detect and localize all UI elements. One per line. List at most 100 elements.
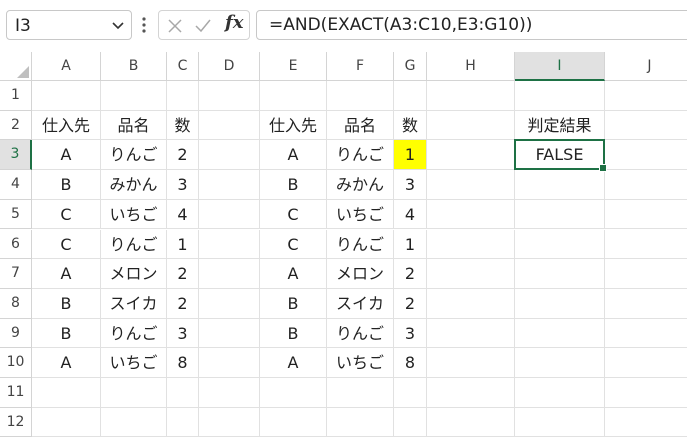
cell-d7[interactable] <box>199 259 260 289</box>
cell-j1[interactable] <box>605 81 687 111</box>
column-header-c[interactable]: C <box>167 52 199 81</box>
cell-h4[interactable] <box>427 170 515 200</box>
cell-e11[interactable] <box>260 378 327 408</box>
cell-f5[interactable]: いちご <box>327 199 394 230</box>
enter-check-icon[interactable] <box>193 16 213 36</box>
cell-j6[interactable] <box>605 230 687 260</box>
cell-c10[interactable]: 8 <box>167 348 199 378</box>
cell-b1[interactable] <box>101 81 167 111</box>
cell-i2[interactable]: 判定結果 <box>515 110 605 141</box>
cell-g7[interactable]: 2 <box>394 259 427 289</box>
cell-j4[interactable] <box>605 170 687 200</box>
cell-h12[interactable] <box>427 407 515 437</box>
cell-c3[interactable]: 2 <box>167 140 199 171</box>
cell-b10[interactable]: いちご <box>101 348 167 378</box>
cell-f4[interactable]: みかん <box>327 170 394 200</box>
cell-a8[interactable]: B <box>32 288 101 319</box>
cell-h10[interactable] <box>427 348 515 378</box>
cell-f6[interactable]: りんご <box>327 229 394 260</box>
cell-f11[interactable] <box>327 378 394 408</box>
cell-a3[interactable]: A <box>32 140 101 171</box>
cell-i8[interactable] <box>515 288 605 319</box>
column-header-i[interactable]: I <box>515 52 605 81</box>
cell-f12[interactable] <box>327 407 394 437</box>
cell-g11[interactable] <box>394 378 427 408</box>
cell-b2[interactable]: 品名 <box>101 110 167 141</box>
cell-e5[interactable]: C <box>260 199 327 230</box>
cell-i12[interactable] <box>515 407 605 437</box>
cell-c2[interactable]: 数 <box>167 110 199 141</box>
name-box[interactable]: I3 <box>6 10 132 40</box>
cell-j12[interactable] <box>605 408 687 437</box>
cell-d4[interactable] <box>199 170 260 200</box>
row-header-1[interactable]: 1 <box>0 81 32 111</box>
cell-i1[interactable] <box>515 81 605 111</box>
spreadsheet-grid[interactable]: A B C D E F G H I J 1 2 仕入先 品名数仕入先 品名数判定結果 3 A りんご 2 A りんご 1 F… <box>0 52 687 437</box>
cell-j7[interactable] <box>605 259 687 289</box>
cell-h2[interactable] <box>427 110 515 141</box>
cell-e2[interactable]: 仕入先 <box>260 110 327 141</box>
cell-f10[interactable]: いちご <box>327 348 394 378</box>
cell-d12[interactable] <box>199 407 260 437</box>
cell-e6[interactable]: C <box>260 229 327 260</box>
cancel-icon[interactable] <box>165 16 185 36</box>
cell-a2[interactable]: 仕入先 <box>32 110 101 141</box>
cell-b11[interactable] <box>101 378 167 408</box>
cell-j5[interactable] <box>605 200 687 230</box>
cell-b12[interactable] <box>101 407 167 437</box>
cell-f3[interactable]: りんご <box>327 140 394 171</box>
cell-g12[interactable] <box>394 407 427 437</box>
cell-h3[interactable] <box>427 140 515 171</box>
cell-g9[interactable]: 3 <box>394 318 427 349</box>
cell-d11[interactable] <box>199 378 260 408</box>
cell-b8[interactable]: スイカ <box>101 288 167 319</box>
cell-i10[interactable] <box>515 348 605 378</box>
cell-c12[interactable] <box>167 407 199 437</box>
cell-i7[interactable] <box>515 259 605 289</box>
cell-h6[interactable] <box>427 229 515 260</box>
cell-h7[interactable] <box>427 259 515 289</box>
cell-d2[interactable] <box>199 110 260 141</box>
cell-e10[interactable]: A <box>260 348 327 378</box>
cell-b4[interactable]: みかん <box>101 170 167 200</box>
row-header-8[interactable]: 8 <box>0 288 32 319</box>
cell-g4[interactable]: 3 <box>394 170 427 200</box>
row-header-2[interactable]: 2 <box>0 110 32 141</box>
cell-a10[interactable]: A <box>32 348 101 378</box>
column-header-e[interactable]: E <box>260 52 327 81</box>
column-header-j[interactable]: J <box>605 52 687 81</box>
cell-e9[interactable]: B <box>260 318 327 349</box>
cell-c8[interactable]: 2 <box>167 288 199 319</box>
row-header-5[interactable]: 5 <box>0 199 32 230</box>
cell-d3[interactable] <box>199 140 260 171</box>
cell-d5[interactable] <box>199 199 260 230</box>
cell-i11[interactable] <box>515 378 605 408</box>
chevron-down-icon[interactable] <box>109 15 127 35</box>
cell-h11[interactable] <box>427 378 515 408</box>
cell-h1[interactable] <box>427 81 515 111</box>
cell-h5[interactable] <box>427 199 515 230</box>
cell-d9[interactable] <box>199 318 260 349</box>
cell-i6[interactable] <box>515 229 605 260</box>
cell-a5[interactable]: C <box>32 199 101 230</box>
row-header-4[interactable]: 4 <box>0 170 32 200</box>
cell-i5[interactable] <box>515 199 605 230</box>
formula-input[interactable]: =AND(EXACT(A3:C10,E3:G10)) <box>256 10 687 40</box>
column-header-f[interactable]: F <box>327 52 394 81</box>
cell-d8[interactable] <box>199 288 260 319</box>
column-header-a[interactable]: A <box>32 52 101 81</box>
cell-i9[interactable] <box>515 318 605 349</box>
cell-a11[interactable] <box>32 378 101 408</box>
cell-f8[interactable]: スイカ <box>327 288 394 319</box>
cell-c11[interactable] <box>167 378 199 408</box>
cell-h9[interactable] <box>427 318 515 349</box>
cell-f9[interactable]: りんご <box>327 318 394 349</box>
cell-e1[interactable] <box>260 81 327 111</box>
cell-g1[interactable] <box>394 81 427 111</box>
cell-j2[interactable] <box>605 111 687 141</box>
cell-g10[interactable]: 8 <box>394 348 427 378</box>
cell-d6[interactable] <box>199 229 260 260</box>
cell-g6[interactable]: 1 <box>394 229 427 260</box>
cell-e12[interactable] <box>260 407 327 437</box>
row-header-12[interactable]: 12 <box>0 407 32 437</box>
